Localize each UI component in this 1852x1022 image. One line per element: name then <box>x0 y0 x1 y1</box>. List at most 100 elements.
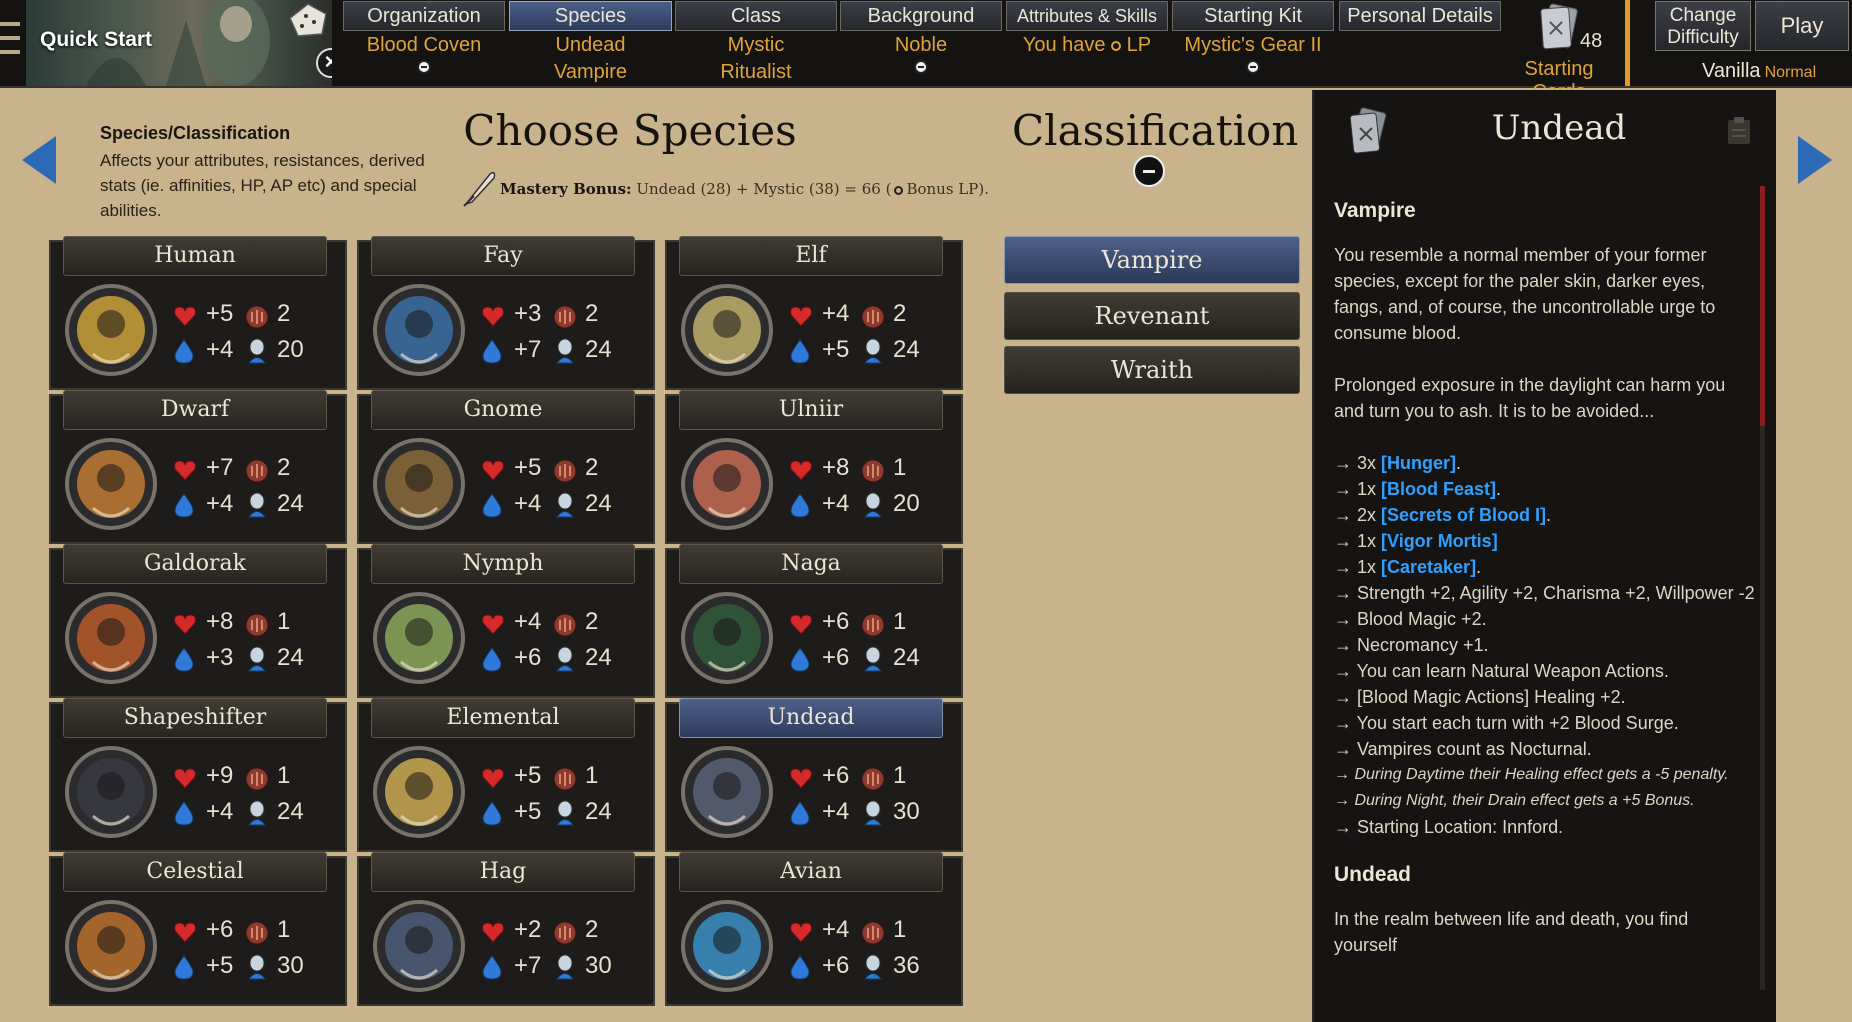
play-button[interactable]: Play <box>1755 1 1849 51</box>
menu-icon[interactable] <box>0 22 20 54</box>
hp-bonus: +2 <box>514 916 542 943</box>
species-card-dwarf[interactable]: Dwarf +7 +4 2 24 <box>49 390 347 544</box>
movement-value: 24 <box>277 644 304 671</box>
heart-icon <box>174 922 196 943</box>
tab-species[interactable]: Species <box>509 1 672 31</box>
species-info-description: Affects your attributes, resistances, de… <box>100 151 425 220</box>
species-card-nymph[interactable]: Nymph +4 +6 2 24 <box>357 544 655 698</box>
keyword-link[interactable]: [Secrets of Blood I] <box>1381 505 1546 525</box>
mastery-bonus: Mastery Bonus: Undead (28) + Mystic (38)… <box>500 180 989 198</box>
list-item: → [Blood Magic Actions] Healing +2. <box>1334 687 1626 707</box>
classification-wraith-button[interactable]: Wraith <box>1004 346 1300 394</box>
cards-icon[interactable] <box>1536 2 1586 54</box>
previous-arrow-icon[interactable] <box>22 136 56 184</box>
movement-icon <box>556 646 574 672</box>
ap-bonus: +4 <box>206 336 234 363</box>
species-card-elf[interactable]: Elf +4 +5 2 24 <box>665 236 963 390</box>
species-card-undead[interactable]: Undead +6 +4 1 30 <box>665 698 963 852</box>
species-card-galdorak[interactable]: Galdorak +8 +3 1 24 <box>49 544 347 698</box>
tab-starting-kit[interactable]: Starting Kit <box>1172 1 1334 31</box>
species-name: Undead <box>679 698 943 738</box>
detail-heading: Undead <box>1334 863 1412 886</box>
mana-drop-icon <box>174 647 194 672</box>
armor-value: 1 <box>893 454 907 481</box>
heart-icon <box>174 460 196 481</box>
tab-attributes-skills[interactable]: Attributes & Skills <box>1006 1 1168 31</box>
ap-bonus: +3 <box>206 644 234 671</box>
species-card-ulniir[interactable]: Ulniir +8 +4 1 20 <box>665 390 963 544</box>
list-item-prefix: → 2x <box>1334 505 1382 525</box>
dice-icon[interactable] <box>288 2 328 38</box>
divider <box>1625 0 1630 86</box>
tab-personal-details[interactable]: Personal Details <box>1339 1 1501 31</box>
classification-title: Classification <box>1012 106 1299 155</box>
classification-revenant-button[interactable]: Revenant <box>1004 292 1300 340</box>
ap-bonus: +5 <box>206 952 234 979</box>
keyword-link[interactable]: [Vigor Mortis] <box>1381 531 1498 551</box>
tab-background[interactable]: Background <box>840 1 1002 31</box>
keyword-link[interactable]: [Blood Feast] <box>1381 479 1496 499</box>
species-card-shapeshifter[interactable]: Shapeshifter +9 +4 1 24 <box>49 698 347 852</box>
ap-bonus: +7 <box>514 952 542 979</box>
tab-class[interactable]: Class <box>675 1 837 31</box>
top-bar: Quick Start × Organization Blood Coven S… <box>0 0 1852 103</box>
armor-value: 2 <box>585 608 599 635</box>
keyword-link[interactable]: [Caretaker] <box>1381 557 1476 577</box>
tab-class-value-line1: Mystic <box>727 34 785 56</box>
armor-icon <box>861 921 885 945</box>
hp-bonus: +6 <box>822 762 850 789</box>
species-card-hag[interactable]: Hag +2 +7 2 30 <box>357 852 655 1006</box>
nymph-icon <box>373 592 465 684</box>
heart-icon <box>482 614 504 635</box>
hp-bonus: +8 <box>206 608 234 635</box>
next-arrow-icon[interactable] <box>1798 136 1832 184</box>
classification-vampire-button[interactable]: Vampire <box>1004 236 1300 284</box>
keyword-link[interactable]: [Hunger] <box>1381 453 1456 473</box>
tab-starting-kit-label: Starting Kit <box>1204 5 1302 27</box>
species-card-avian[interactable]: Avian +4 +6 1 36 <box>665 852 963 1006</box>
hp-bonus: +5 <box>514 762 542 789</box>
species-card-fay[interactable]: Fay +3 +7 2 24 <box>357 236 655 390</box>
species-name: Ulniir <box>679 390 943 430</box>
tab-organization[interactable]: Organization <box>343 1 505 31</box>
species-card-elemental[interactable]: Elemental +5 +5 1 24 <box>357 698 655 852</box>
quick-start-button[interactable]: Quick Start × <box>26 0 332 86</box>
starting-kit-remove-icon[interactable] <box>1246 60 1260 74</box>
scrollbar-thumb[interactable] <box>1760 186 1765 426</box>
mana-drop-icon <box>482 647 502 672</box>
mana-drop-icon <box>482 801 502 826</box>
celestial-icon <box>65 900 157 992</box>
species-card-human[interactable]: Human +5 +4 2 20 <box>49 236 347 390</box>
armor-value: 2 <box>277 454 291 481</box>
tab-species-value: Undead Vampire <box>509 32 672 86</box>
armor-value: 2 <box>585 454 599 481</box>
armor-icon <box>553 613 577 637</box>
lp-icon <box>1111 40 1122 51</box>
species-name: Hag <box>371 852 635 892</box>
movement-icon <box>864 492 882 518</box>
mana-drop-icon <box>790 493 810 518</box>
hp-bonus: +6 <box>206 916 234 943</box>
heart-icon <box>174 306 196 327</box>
species-card-gnome[interactable]: Gnome +5 +4 2 24 <box>357 390 655 544</box>
classification-remove-icon[interactable] <box>1133 155 1165 187</box>
armor-value: 1 <box>585 762 599 789</box>
clipboard-icon[interactable] <box>1726 116 1752 146</box>
tab-species-value-line2: Vampire <box>554 61 627 83</box>
detail-paragraph: Prolonged exposure in the daylight can h… <box>1334 375 1726 421</box>
movement-value: 24 <box>585 798 612 825</box>
species-name: Human <box>63 236 327 276</box>
list-item-prefix: → 1x <box>1334 557 1382 577</box>
change-difficulty-button[interactable]: Change Difficulty <box>1655 1 1751 51</box>
difficulty-level: Normal <box>1764 64 1817 81</box>
movement-value: 30 <box>585 952 612 979</box>
mana-drop-icon <box>174 339 194 364</box>
list-item: → 3x [Hunger]. <box>1334 453 1462 473</box>
species-card-naga[interactable]: Naga +6 +6 1 24 <box>665 544 963 698</box>
species-name: Avian <box>679 852 943 892</box>
background-remove-icon[interactable] <box>914 60 928 74</box>
tab-class-value-line2: Ritualist <box>720 61 792 83</box>
tab-starting-kit-value: Mystic's Gear II <box>1184 34 1322 56</box>
organization-remove-icon[interactable] <box>417 60 431 74</box>
species-card-celestial[interactable]: Celestial +6 +5 1 30 <box>49 852 347 1006</box>
